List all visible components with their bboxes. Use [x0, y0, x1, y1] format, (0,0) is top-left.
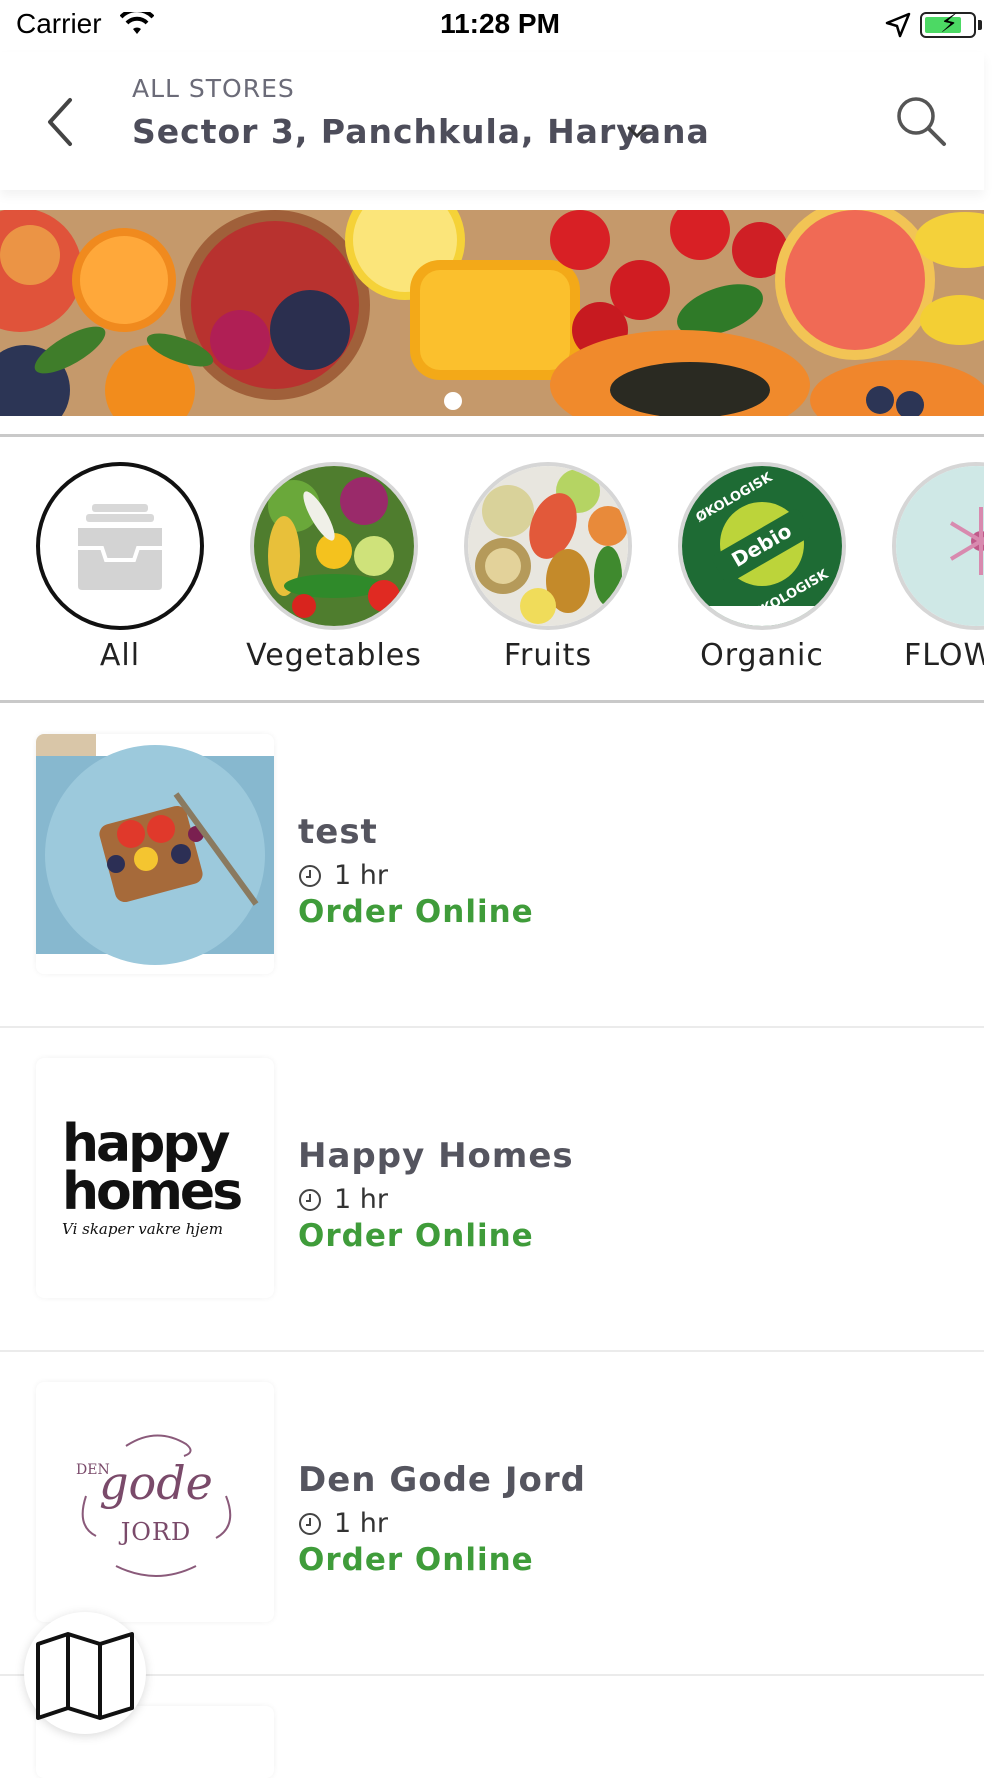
promo-banner[interactable]	[0, 210, 984, 416]
map-view-button[interactable]	[24, 1612, 146, 1734]
category-flowers-thumb	[892, 462, 984, 630]
order-online-link[interactable]: Order Online	[298, 1218, 534, 1254]
category-organic-thumb: Debio ØKOLOGISK ØKOLOGISK	[678, 462, 846, 630]
order-online-link[interactable]: Order Online	[298, 894, 534, 930]
delivery-time-label: 1 hr	[334, 1508, 388, 1539]
back-button[interactable]	[40, 92, 90, 152]
chevron-left-icon	[48, 98, 72, 146]
category-vegetables-thumb	[250, 462, 418, 630]
charging-bolt-icon: ⚡	[940, 9, 959, 39]
category-all[interactable]: All	[30, 462, 210, 673]
header-subtitle: ALL STORES	[132, 74, 295, 103]
category-vegetables[interactable]: Vegetables	[244, 462, 424, 673]
status-bar: Carrier 11:28 PM ⚡	[0, 0, 1000, 50]
category-label: All	[99, 638, 141, 673]
clock-icon	[299, 865, 321, 887]
inbox-tray-icon	[78, 504, 162, 590]
category-label: FLOW	[904, 638, 984, 673]
store-thumbnail: DEN gode JORD	[36, 1382, 274, 1622]
store-name: Den Gode Jord	[298, 1460, 586, 1500]
category-fruits-thumb	[464, 462, 632, 630]
logo-text: JORD	[120, 1518, 192, 1546]
debio-organic-logo: Debio ØKOLOGISK ØKOLOGISK	[682, 466, 842, 626]
delivery-time-label: 1 hr	[334, 1184, 388, 1215]
clock-icon	[299, 1189, 321, 1211]
store-row-test[interactable]: test 1 hr Order Online	[0, 704, 984, 1028]
order-online-link[interactable]: Order Online	[298, 1542, 534, 1578]
location-arrow-icon	[885, 12, 911, 38]
logo-text: gode	[99, 1456, 213, 1510]
store-thumbnail	[36, 734, 274, 974]
category-scroller[interactable]: All Vegetables Fruits Debio ØKOLOGISK ØK…	[0, 440, 984, 702]
happy-homes-logo: happy homes Vi skaper vakre hjem	[62, 1114, 252, 1238]
clock: 11:28 PM	[440, 8, 560, 39]
store-name: test	[298, 812, 378, 852]
category-flowers[interactable]: FLOW	[886, 462, 984, 673]
food-plate-photo	[36, 734, 274, 974]
category-fruits[interactable]: Fruits	[458, 462, 638, 673]
vegetables-photo	[254, 466, 414, 626]
category-organic[interactable]: Debio ØKOLOGISK ØKOLOGISK Organic	[672, 462, 852, 673]
category-all-thumb	[36, 462, 204, 630]
logo-text: homes	[62, 1162, 243, 1222]
category-label: Vegetables	[246, 638, 422, 673]
app-header: ALL STORES Sector 3, Panchkula, Haryana	[0, 52, 984, 190]
logo-text: happy	[62, 1114, 230, 1174]
category-label: Organic	[700, 638, 824, 673]
carousel-dot-active[interactable]	[444, 392, 462, 410]
fruits-photo	[468, 466, 628, 626]
map-icon	[36, 1632, 134, 1720]
logo-tagline: Vi skaper vakre hjem	[62, 1220, 224, 1238]
store-name: Happy Homes	[298, 1136, 574, 1176]
store-row-den-gode-jord[interactable]: DEN gode JORD Den Gode Jord 1 hr Order O…	[0, 1352, 984, 1676]
battery-tip	[978, 20, 982, 30]
den-gode-jord-logo: DEN gode JORD	[66, 1426, 246, 1586]
divider	[0, 434, 984, 437]
search-icon	[897, 97, 946, 146]
fruit-banner-image	[0, 210, 984, 416]
store-thumbnail: happy homes Vi skaper vakre hjem	[36, 1058, 274, 1298]
search-button[interactable]	[892, 92, 950, 150]
category-label: Fruits	[503, 638, 593, 673]
location-selector[interactable]: Sector 3, Panchkula, Haryana	[132, 112, 710, 151]
divider	[0, 700, 984, 703]
delivery-time-label: 1 hr	[334, 860, 388, 891]
chevron-down-icon[interactable]	[626, 124, 648, 140]
store-row-happy-homes[interactable]: happy homes Vi skaper vakre hjem Happy H…	[0, 1028, 984, 1352]
flower-photo	[896, 466, 984, 626]
clock-icon	[299, 1513, 321, 1535]
